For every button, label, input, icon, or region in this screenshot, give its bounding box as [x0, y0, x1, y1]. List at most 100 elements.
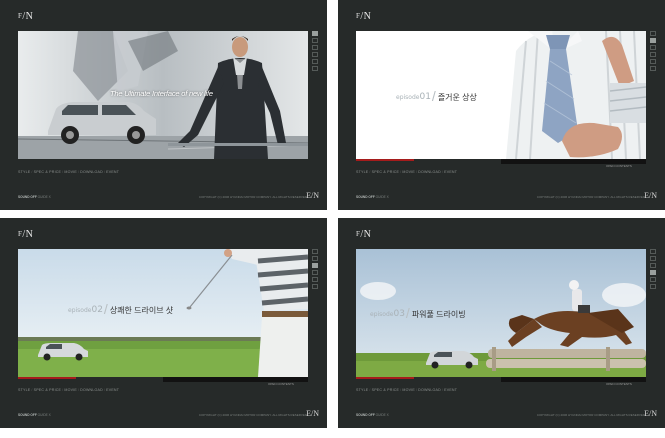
menu-event[interactable]: EVENT [444, 388, 457, 392]
menu-spec-price[interactable]: SPEC & PRICE [372, 388, 400, 392]
side-nav-item[interactable] [650, 45, 656, 50]
screen-episode-02: F/N episode02/ 상쾌한 드라이브 샷 OPEN CONTENTS … [0, 218, 327, 428]
menu-style[interactable]: STYLE [356, 170, 368, 174]
screen-episode-01: F/N episode01/즐거운 상상 OPEN CONTENTS STYLE… [338, 0, 665, 210]
main-menu: STYLE/SPEC & PRICE/MOVIE/DOWNLOAD/EVENT [18, 170, 120, 174]
menu-movie[interactable]: MOVIE [402, 388, 415, 392]
copyright: COPYRIGHT (C) 2006 HYUNDAI MOTOR COMPANY… [536, 195, 645, 199]
side-nav-item[interactable] [312, 256, 318, 261]
menu-movie[interactable]: MOVIE [402, 170, 415, 174]
menu-style[interactable]: STYLE [18, 388, 30, 392]
menu-movie[interactable]: MOVIE [64, 170, 77, 174]
footer-logo: E/N [644, 409, 657, 418]
guide-link[interactable]: GUIDE X [38, 413, 51, 417]
episode-caption: episode01/즐거운 상상 [396, 88, 477, 104]
screen-episode-03: F/N episode03/ 파워풀 드라이빙 OPEN CONTENTS ST… [338, 218, 665, 428]
hero-image: The Ultimate Interface of new life [18, 31, 308, 159]
side-nav-item[interactable] [312, 284, 318, 289]
side-navigation [312, 31, 319, 73]
menu-download[interactable]: DOWNLOAD [80, 388, 103, 392]
side-nav-item[interactable] [312, 263, 318, 268]
menu-event[interactable]: EVENT [444, 170, 457, 174]
menu-style[interactable]: STYLE [356, 388, 368, 392]
side-nav-item[interactable] [312, 270, 318, 275]
side-nav-item[interactable] [650, 31, 656, 36]
episode-number: 03 [393, 309, 405, 319]
hero-tagline: The Ultimate Interface of new life [110, 89, 213, 98]
side-nav-item[interactable] [312, 38, 318, 43]
side-nav-item[interactable] [650, 52, 656, 57]
guide-link[interactable]: GUIDE X [376, 195, 389, 199]
brand-logo[interactable]: F/N [18, 11, 33, 22]
episode-image: episode02/상쾌한 드라이브 샷 [18, 249, 308, 377]
side-navigation [312, 249, 319, 291]
brand-logo[interactable]: F/N [356, 11, 371, 22]
side-nav-item[interactable] [650, 263, 656, 268]
copyright: COPYRIGHT (C) 2006 HYUNDAI MOTOR COMPANY… [198, 413, 307, 417]
sound-guide: SOUND OFF GUIDE X [356, 195, 389, 199]
episode-image: episode03/파워풀 드라이빙 [356, 249, 646, 377]
main-menu: STYLE/SPEC & PRICE/MOVIE/DOWNLOAD/EVENT [356, 170, 458, 174]
side-nav-item[interactable] [650, 59, 656, 64]
open-contents-link[interactable]: OPEN CONTENTS [268, 382, 294, 386]
side-nav-item[interactable] [650, 277, 656, 282]
side-nav-item[interactable] [312, 59, 318, 64]
episode-number: 01 [419, 92, 431, 102]
sound-toggle[interactable]: SOUND OFF [18, 195, 37, 199]
side-nav-item[interactable] [312, 277, 318, 282]
bottom-bar: SOUND OFF GUIDE X COPYRIGHT (C) 2006 HYU… [356, 409, 657, 420]
open-contents-link[interactable]: OPEN CONTENTS [606, 382, 632, 386]
menu-movie[interactable]: MOVIE [64, 388, 77, 392]
open-contents-link[interactable]: OPEN CONTENTS [606, 164, 632, 168]
sound-guide: SOUND OFF GUIDE X [356, 413, 389, 417]
side-nav-item[interactable] [650, 256, 656, 261]
menu-event[interactable]: EVENT [106, 170, 119, 174]
footer-logo: E/N [306, 191, 319, 200]
progress-red [356, 159, 414, 161]
guide-link[interactable]: GUIDE X [38, 195, 51, 199]
bottom-bar: SOUND OFF GUIDE X COPYRIGHT (C) 2006 HYU… [18, 409, 319, 420]
episode-image: episode01/즐거운 상상 [356, 31, 646, 159]
side-navigation [650, 249, 657, 291]
side-nav-item[interactable] [312, 249, 318, 254]
menu-download[interactable]: DOWNLOAD [80, 170, 103, 174]
side-nav-item[interactable] [312, 45, 318, 50]
sound-guide: SOUND OFF GUIDE X [18, 413, 51, 417]
side-nav-item[interactable] [312, 31, 318, 36]
copyright: COPYRIGHT (C) 2006 HYUNDAI MOTOR COMPANY… [536, 413, 645, 417]
brand-logo[interactable]: F/N [356, 229, 371, 240]
menu-spec-price[interactable]: SPEC & PRICE [34, 388, 62, 392]
sound-toggle[interactable]: SOUND OFF [356, 413, 375, 417]
side-nav-item[interactable] [650, 270, 656, 275]
screen-intro: F/N The Ultimate Interface of new life S… [0, 0, 327, 210]
episode-title: 즐거운 상상 [437, 93, 477, 102]
episode-title: 상쾌한 드라이브 샷 [109, 306, 174, 315]
menu-spec-price[interactable]: SPEC & PRICE [372, 170, 400, 174]
menu-download[interactable]: DOWNLOAD [418, 170, 441, 174]
side-nav-item[interactable] [650, 284, 656, 289]
guide-link[interactable]: GUIDE X [376, 413, 389, 417]
sound-guide: SOUND OFF GUIDE X [18, 195, 51, 199]
brand-logo[interactable]: F/N [18, 229, 33, 240]
side-nav-item[interactable] [650, 38, 656, 43]
menu-spec-price[interactable]: SPEC & PRICE [34, 170, 62, 174]
progress-red [18, 377, 76, 379]
menu-event[interactable]: EVENT [106, 388, 119, 392]
side-nav-item[interactable] [650, 66, 656, 71]
menu-style[interactable]: STYLE [18, 170, 30, 174]
episode-title: 파워풀 드라이빙 [411, 310, 466, 319]
footer-logo: E/N [306, 409, 319, 418]
menu-download[interactable]: DOWNLOAD [418, 388, 441, 392]
episode-number: 02 [91, 305, 103, 315]
side-navigation [650, 31, 657, 73]
progress-red [356, 377, 414, 379]
sound-toggle[interactable]: SOUND OFF [18, 413, 37, 417]
side-nav-item[interactable] [312, 52, 318, 57]
bottom-bar: SOUND OFF GUIDE X COPYRIGHT (C) 2006 HYU… [18, 191, 319, 202]
side-nav-item[interactable] [650, 249, 656, 254]
episode-caption: episode03/파워풀 드라이빙 [370, 305, 466, 321]
main-menu: STYLE/SPEC & PRICE/MOVIE/DOWNLOAD/EVENT [18, 388, 120, 392]
sound-toggle[interactable]: SOUND OFF [356, 195, 375, 199]
side-nav-item[interactable] [312, 66, 318, 71]
bottom-bar: SOUND OFF GUIDE X COPYRIGHT (C) 2006 HYU… [356, 191, 657, 202]
